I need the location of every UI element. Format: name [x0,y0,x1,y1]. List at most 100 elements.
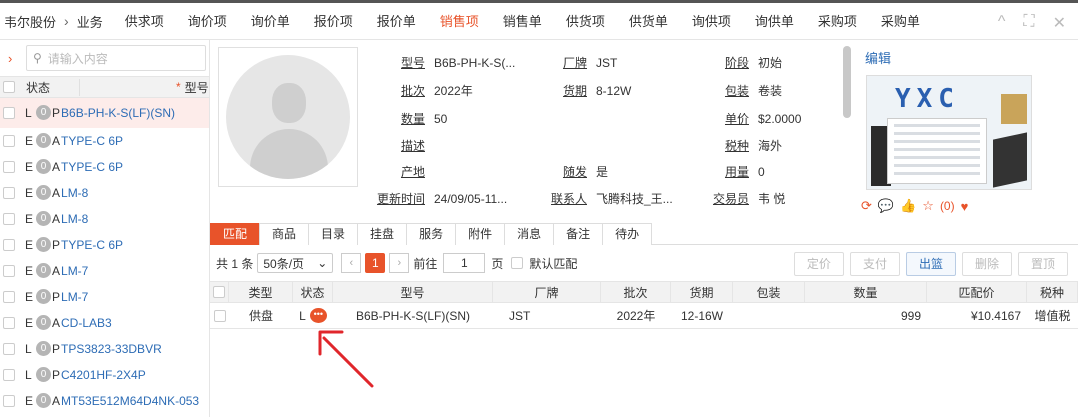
select-all-checkbox[interactable] [3,81,15,93]
select-all-rows-checkbox[interactable] [213,286,225,298]
col-tax[interactable]: 税种 [1027,282,1078,302]
col-qty[interactable]: 数量 [805,282,927,302]
tab-attachment[interactable]: 附件 [455,223,506,245]
list-item[interactable]: E 0 A LM-8 [0,180,209,206]
search-input[interactable]: ⚲ 请输入内容 [26,45,206,71]
row-checkbox[interactable] [3,238,15,251]
tab-todo[interactable]: 待办 [602,223,653,245]
prev-page-icon[interactable]: ‹ [341,253,362,273]
row-model-link[interactable]: TYPE-C 6P [61,134,123,148]
row-model-link[interactable]: LM-8 [61,212,88,226]
row-model-link[interactable]: LM-8 [61,186,88,200]
col-type[interactable]: 类型 [229,282,293,302]
product-banner-image[interactable]: YXC [866,75,1032,190]
col-status[interactable]: 状态 [293,282,333,302]
product-photo[interactable] [218,47,358,187]
row-checkbox[interactable] [3,394,15,407]
tab-listing[interactable]: 挂盘 [357,223,408,245]
nav-tab-9[interactable]: 询供项 [680,3,743,40]
col-batch[interactable]: 批次 [601,282,671,302]
nav-tab-7[interactable]: 供货项 [554,3,617,40]
tab-match[interactable]: 匹配 [210,223,261,245]
nav-tab-4[interactable]: 报价单 [365,3,428,40]
col-package[interactable]: 包装 [733,282,805,302]
list-item[interactable]: E 0 A CD-LAB3 [0,310,209,336]
breadcrumb-business[interactable]: 业务 [77,12,103,31]
nav-tab-3[interactable]: 报价项 [302,3,365,40]
nav-tab-2[interactable]: 询价单 [239,3,302,40]
tab-catalog[interactable]: 目录 [308,223,359,245]
row-model-link[interactable]: MT53E512M64D4NK-053 [61,394,199,408]
star-icon[interactable]: ☆ [922,198,934,214]
chat-icon[interactable]: 💬 [878,198,894,214]
list-item[interactable]: E 0 A MT53E512M64D4NK-053 [0,388,209,414]
row-checkbox[interactable] [3,134,15,147]
nav-tab-5[interactable]: 销售项 [428,3,491,40]
row-checkbox[interactable] [3,368,15,381]
list-item[interactable]: L 0 P B6B-PH-K-S(LF)(SN) [0,98,209,128]
heart-icon[interactable]: ♥ [961,199,969,214]
list-item[interactable]: E 0 A LM-8 [0,206,209,232]
row-checkbox[interactable] [3,342,15,355]
row-model-link[interactable]: LM-7 [61,290,88,304]
detail-scrollbar[interactable] [843,46,851,118]
tab-note[interactable]: 备注 [553,223,604,245]
row-model-link[interactable]: B6B-PH-K-S(LF)(SN) [61,106,175,120]
row-model-link[interactable]: TPS3823-33DBVR [61,342,162,356]
list-item[interactable]: E 0 P LM-7 [0,284,209,310]
list-item[interactable]: E 0 A TYPE-C 6P [0,154,209,180]
row-model-link[interactable]: TYPE-C 6P [61,238,123,252]
message-bubble-icon[interactable]: ••• [309,308,327,323]
list-item[interactable]: E 0 A TYPE-C 6P [0,128,209,154]
row-model-link[interactable]: CD-LAB3 [61,316,112,330]
nav-tab-8[interactable]: 供货单 [617,3,680,40]
row-checkbox[interactable] [3,106,15,119]
row-checkbox[interactable] [3,186,15,199]
row-checkbox[interactable] [213,309,226,322]
nav-tab-10[interactable]: 询供单 [743,3,806,40]
goto-page-input[interactable]: 1 [443,253,486,273]
tab-goods[interactable]: 商品 [259,223,310,245]
tab-message[interactable]: 消息 [504,223,555,245]
pay-button[interactable]: 支付 [849,252,900,276]
nav-tab-11[interactable]: 采购项 [806,3,869,40]
tab-service[interactable]: 服务 [406,223,457,245]
close-icon[interactable]: ✕ [1053,13,1066,33]
page-size-select[interactable]: 50条/页 ⌄ [257,253,334,273]
row-checkbox[interactable] [3,290,15,303]
price-button[interactable]: 定价 [793,252,844,276]
collapse-icon[interactable]: ^ [998,13,1006,33]
nav-tab-1[interactable]: 询价项 [176,3,239,40]
expand-chevron-icon[interactable]: › [8,51,26,66]
nav-tab-12[interactable]: 采购单 [869,3,932,40]
pin-top-button[interactable]: 置顶 [1017,252,1068,276]
count-badge: 0 [36,315,51,330]
row-checkbox[interactable] [3,264,15,277]
row-model-link[interactable]: C4201HF-2X4P [61,368,146,382]
thumbs-up-icon[interactable]: 👍 [900,198,916,214]
next-page-icon[interactable]: › [389,253,410,273]
list-item[interactable]: E 0 A LM-7 [0,258,209,284]
row-model-link[interactable]: LM-7 [61,264,88,278]
current-page[interactable]: 1 [365,253,386,273]
checkout-basket-button[interactable]: 出篮 [905,252,956,276]
row-checkbox[interactable] [3,316,15,329]
col-leadtime[interactable]: 货期 [671,282,733,302]
list-item[interactable]: E 0 P TYPE-C 6P [0,232,209,258]
row-model-link[interactable]: TYPE-C 6P [61,160,123,174]
list-item[interactable]: L 0 P C4201HF-2X4P [0,362,209,388]
refresh-icon[interactable]: ⟳ [861,198,872,214]
delete-button[interactable]: 删除 [961,252,1012,276]
col-model[interactable]: 型号 [333,282,493,302]
list-item[interactable]: L 0 P TPS3823-33DBVR [0,336,209,362]
edit-link[interactable]: 编辑 [865,48,891,67]
nav-tab-0[interactable]: 供求项 [113,3,176,40]
col-price[interactable]: 匹配价 [927,282,1027,302]
row-checkbox[interactable] [3,160,15,173]
nav-tab-6[interactable]: 销售单 [491,3,554,40]
default-match-checkbox[interactable] [511,257,524,269]
col-brand[interactable]: 厂牌 [493,282,601,302]
row-checkbox[interactable] [3,212,15,225]
maximize-icon[interactable]: ⛶ [1023,13,1034,33]
breadcrumb-company[interactable]: 韦尔股份 [4,12,56,31]
